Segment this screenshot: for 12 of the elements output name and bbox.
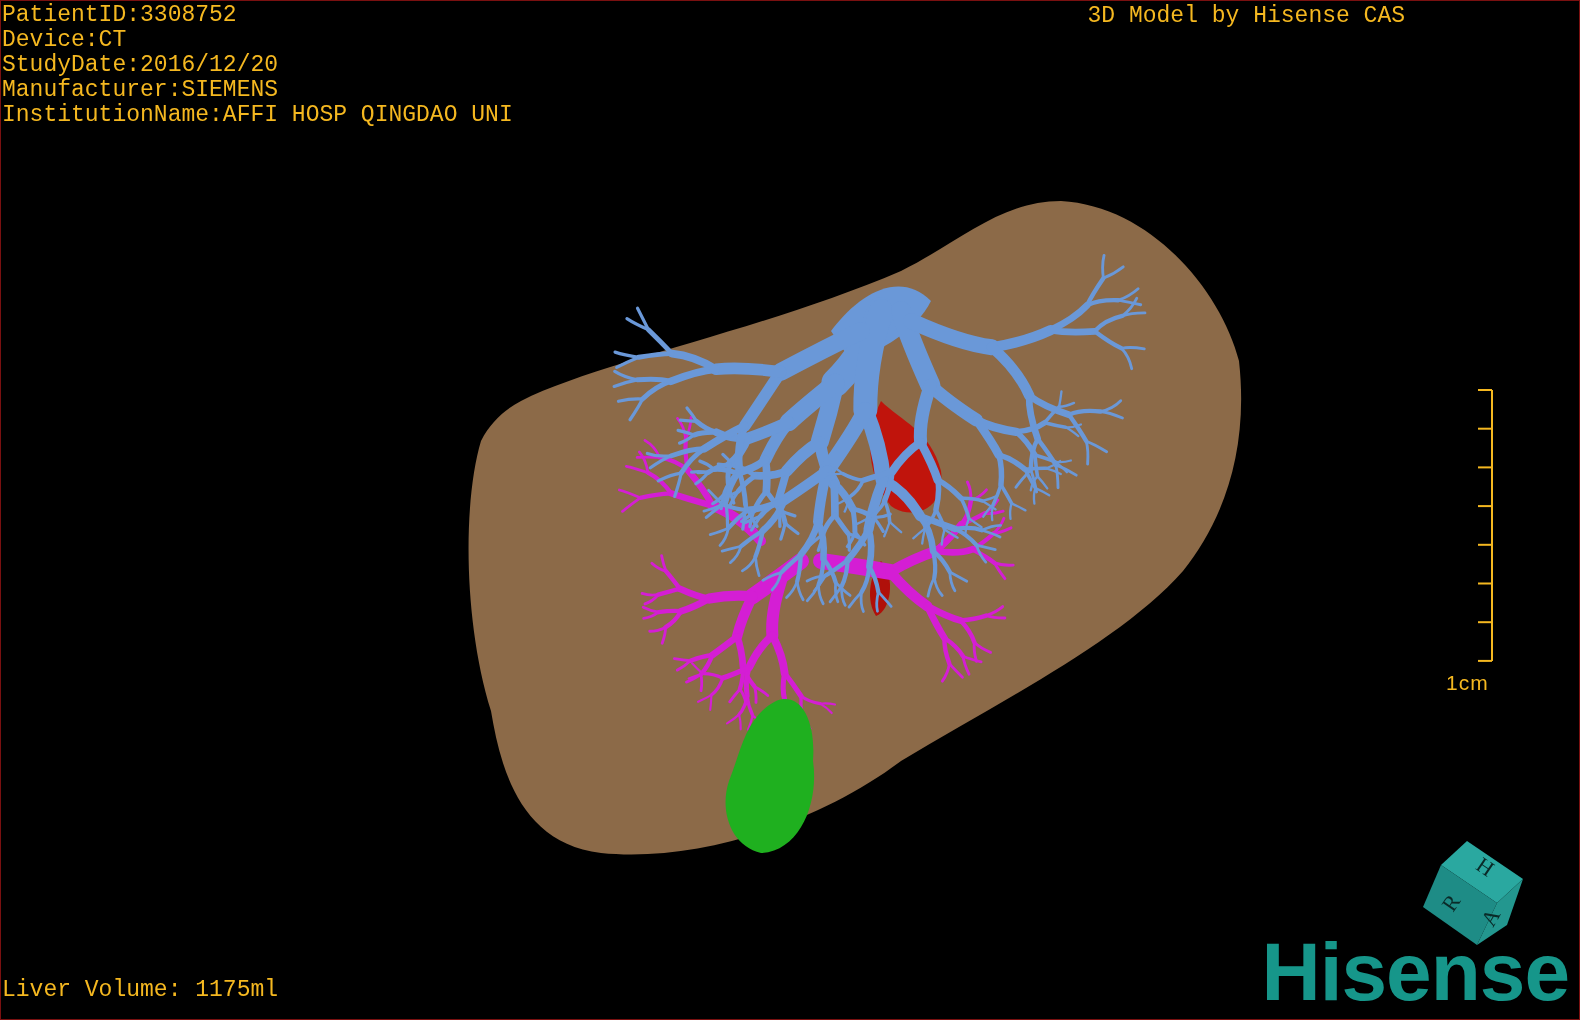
cube-face-letter: A: [1475, 904, 1506, 931]
viewer-title: 3D Model by Hisense CAS: [1087, 4, 1405, 29]
study-info-line: Manufacturer:SIEMENS: [2, 78, 280, 103]
volume-readout: Liver Volume: 1175ml: [2, 978, 279, 1003]
study-info-line: PatientID:3308752: [2, 3, 238, 28]
cube-face-letter: H: [1471, 852, 1499, 882]
study-info-line: InstitutionName:AFFI HOSP QINGDAO UNI: [2, 103, 513, 128]
study-info-line: StudyDate:2016/12/20: [2, 53, 280, 78]
cube-face-letter: R: [1436, 889, 1466, 916]
scale-label: 1cm: [1446, 670, 1489, 696]
brand-logo: Hisense: [1261, 931, 1569, 1013]
study-info-line: Device:CT: [2, 28, 128, 53]
